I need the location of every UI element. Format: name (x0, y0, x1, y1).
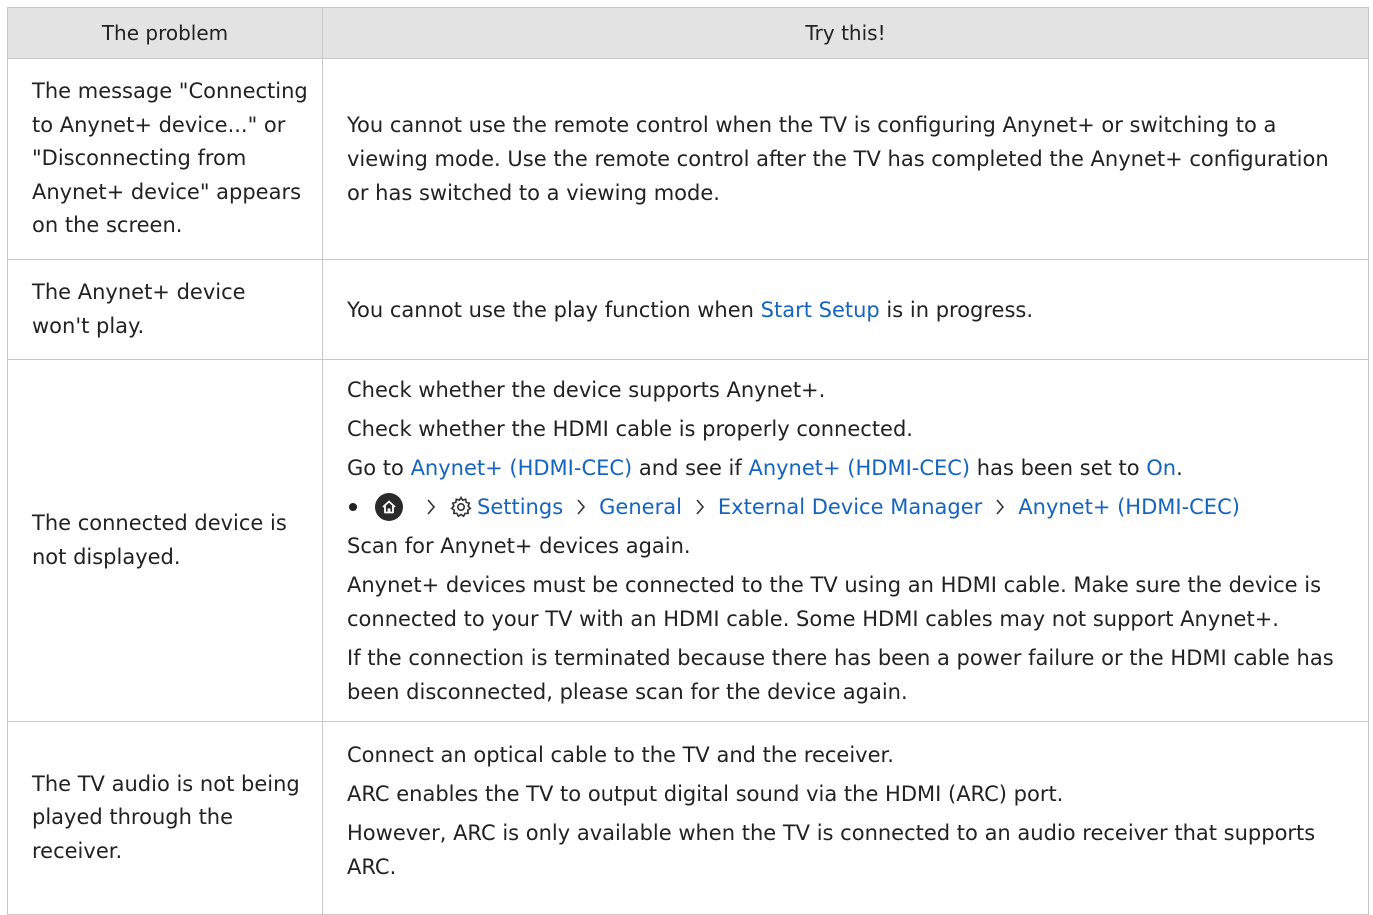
solution-line: ARC enables the TV to output digital sou… (347, 782, 1064, 806)
home-icon (375, 492, 403, 521)
table-row: The connected device is not displayed. C… (7, 359, 1369, 722)
troubleshooting-table: The problem Try this! The message "Conne… (7, 7, 1369, 915)
solution-cell: You cannot use the play function when St… (322, 259, 1369, 360)
solution-cell: You cannot use the remote control when t… (322, 58, 1369, 260)
text-fragment: Go to (347, 455, 411, 480)
text-fragment: and see if (632, 455, 749, 480)
solution-line: Scan for Anynet+ devices again. (347, 533, 691, 558)
solution-line: Anynet+ devices must be connected to the… (347, 572, 1322, 631)
solution-cell: Check whether the device supports Anynet… (322, 359, 1369, 722)
solution-text: You cannot use the play function when St… (347, 293, 1348, 327)
table-header-row: The problem Try this! (7, 7, 1369, 59)
chevron-right-icon (569, 498, 593, 516)
chevron-right-icon (419, 498, 443, 516)
solution-text-pre: You cannot use the play function when (347, 297, 761, 322)
text-fragment: has been set to (970, 455, 1147, 480)
problem-cell: The TV audio is not being played through… (7, 721, 323, 915)
external-device-manager-link[interactable]: External Device Manager (718, 490, 982, 524)
problem-cell: The Anynet+ device won't play. (7, 259, 323, 360)
table-row: The message "Connecting to Anynet+ devic… (7, 58, 1369, 260)
solution-line: Connect an optical cable to the TV and t… (347, 743, 894, 767)
header-try-this: Try this! (322, 7, 1369, 59)
solution-line: Check whether the HDMI cable is properly… (347, 416, 913, 441)
solution-line: Go to Anynet+ (HDMI-CEC) and see if Anyn… (347, 451, 1348, 485)
text-fragment: . (1176, 455, 1183, 480)
chevron-right-icon (988, 498, 1012, 516)
solution-cell: Connect an optical cable to the TV and t… (322, 721, 1369, 915)
table-row: The Anynet+ device won't play. You canno… (7, 259, 1369, 360)
problem-cell: The message "Connecting to Anynet+ devic… (7, 58, 323, 260)
solution-text-post: is in progress. (879, 297, 1034, 322)
solution-line: However, ARC is only available when the … (347, 821, 1316, 879)
start-setup-link[interactable]: Start Setup (761, 298, 880, 322)
general-link[interactable]: General (599, 490, 682, 524)
on-link[interactable]: On (1146, 456, 1176, 480)
chevron-right-icon (688, 498, 712, 516)
menu-path: Settings General External Device Manager… (347, 490, 1348, 524)
solution-text: You cannot use the remote control when t… (347, 113, 1329, 205)
header-problem: The problem (7, 7, 323, 59)
solution-line: Check whether the device supports Anynet… (347, 377, 826, 402)
settings-link[interactable]: Settings (477, 490, 563, 524)
solution-line: If the connection is terminated because … (347, 645, 1334, 704)
table-row: The TV audio is not being played through… (7, 721, 1369, 915)
gear-icon (449, 495, 473, 519)
problem-cell: The connected device is not displayed. (7, 359, 323, 722)
bullet-icon (349, 502, 357, 511)
anynet-link[interactable]: Anynet+ (HDMI-CEC) (748, 456, 970, 480)
anynet-hdmi-cec-link[interactable]: Anynet+ (HDMI-CEC) (1018, 490, 1240, 524)
anynet-link[interactable]: Anynet+ (HDMI-CEC) (411, 456, 633, 480)
